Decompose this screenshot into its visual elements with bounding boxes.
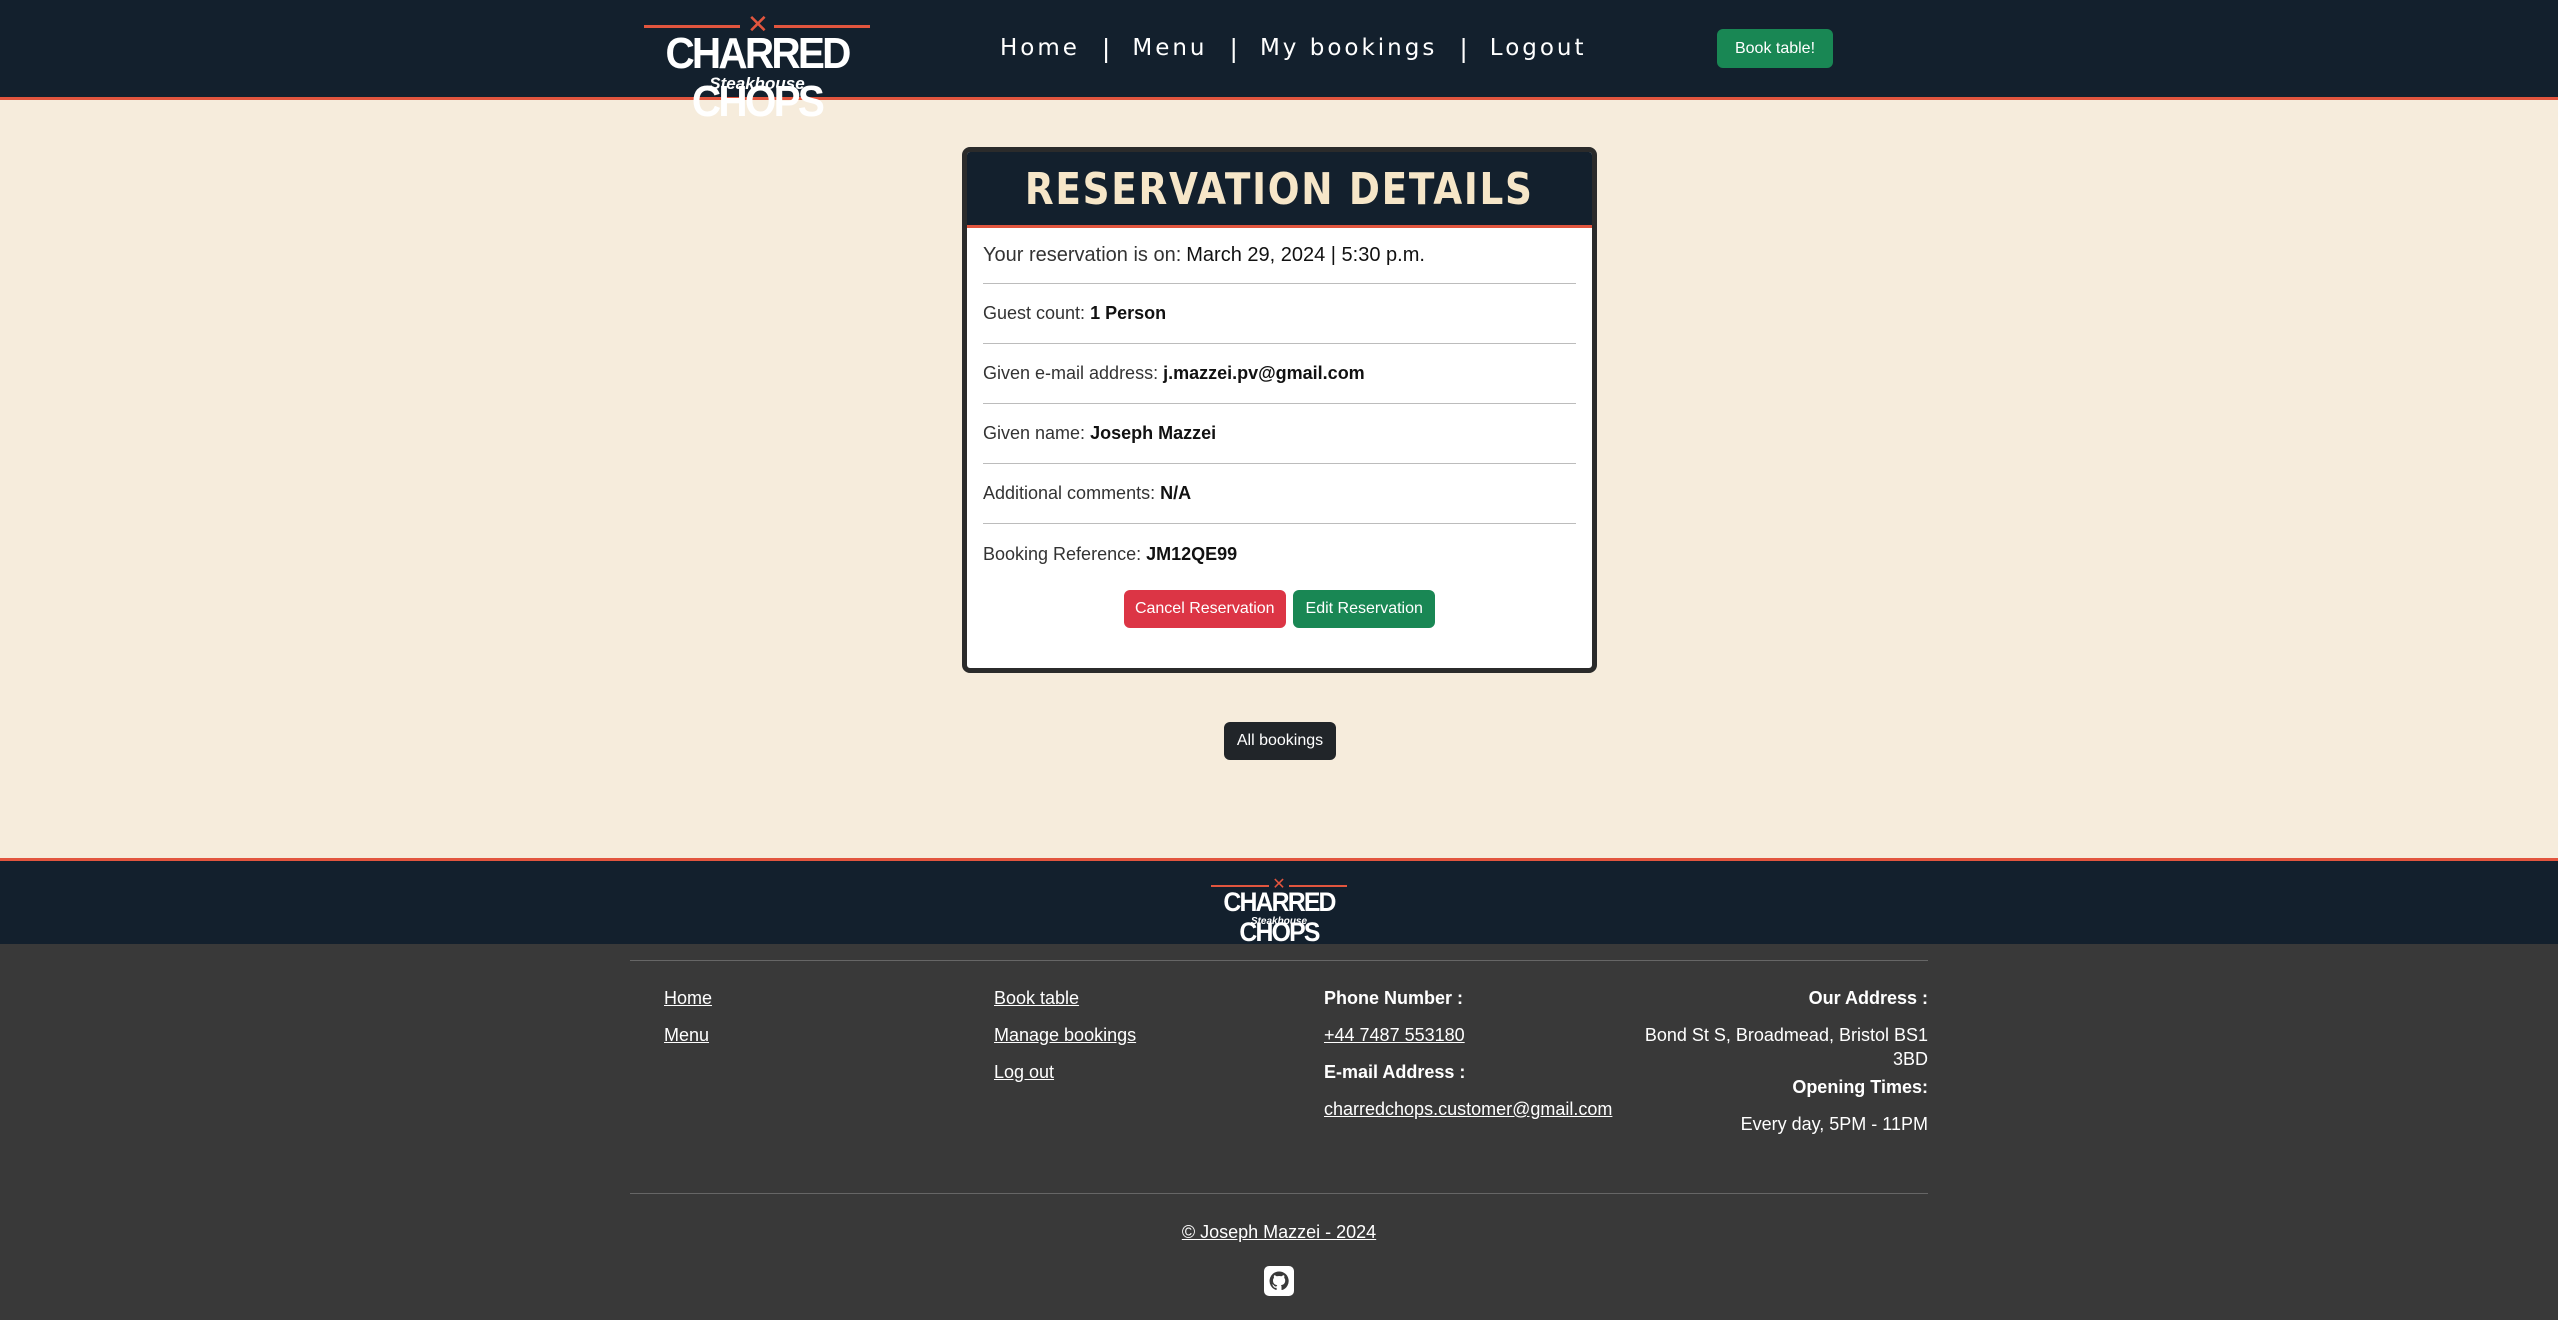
row-label: Given name:	[983, 423, 1086, 443]
reservation-date-row: Your reservation is on: March 29, 2024 |…	[983, 228, 1576, 284]
main-nav: Home | Menu | My bookings | Logout	[1000, 28, 1587, 68]
nav-logout[interactable]: Logout	[1490, 35, 1587, 61]
row-label: Booking Reference:	[983, 543, 1142, 564]
footer-link-manage-bookings[interactable]: Manage bookings	[994, 1023, 1136, 1047]
footer-link-menu[interactable]: Menu	[664, 1023, 712, 1047]
brand-tagline: Steakhouse	[1250, 916, 1308, 927]
nav-my-bookings[interactable]: My bookings	[1260, 35, 1437, 61]
phone-link[interactable]: +44 7487 553180	[1324, 1023, 1612, 1047]
email-row: Given e-mail address: j.mazzei.pv@gmail.…	[983, 344, 1576, 404]
nav-separator: |	[1459, 33, 1468, 63]
navbar: ✕ CHARRED CHOPS Steakhouse Home | Menu |…	[0, 0, 2558, 126]
card-header: RESERVATION DETAILS	[967, 152, 1592, 228]
row-value: March 29, 2024 | 5:30 p.m.	[1186, 244, 1425, 266]
address-text: Bond St S, Broadmead, Bristol BS1 3BD	[1628, 1023, 1928, 1071]
comments-row: Additional comments: N/A	[983, 464, 1576, 524]
footer: Home Menu Book table Manage bookings Log…	[0, 944, 2558, 1320]
copyright-link[interactable]: © Joseph Mazzei - 2024	[1182, 1222, 1376, 1242]
guest-count-row: Guest count: 1 Person	[983, 284, 1576, 344]
row-value: JM12QE99	[1146, 543, 1238, 564]
book-table-button[interactable]: Book table!	[1717, 29, 1833, 68]
footer-link-logout[interactable]: Log out	[994, 1060, 1136, 1084]
footer-col-address: Our Address : Bond St S, Broadmead, Bris…	[1628, 986, 1928, 1149]
page-title: RESERVATION DETAILS	[1025, 164, 1534, 215]
edit-reservation-button[interactable]: Edit Reservation	[1293, 590, 1436, 628]
phone-label: Phone Number :	[1324, 988, 1464, 1008]
github-icon[interactable]	[1264, 1266, 1294, 1296]
card-body: Your reservation is on: March 29, 2024 |…	[967, 228, 1592, 628]
reservation-actions: Cancel Reservation Edit Reservation	[983, 590, 1576, 628]
footer-link-home[interactable]: Home	[664, 986, 712, 1010]
row-label: Given e-mail address:	[983, 363, 1159, 383]
footer-col-nav: Home Menu	[664, 986, 712, 1060]
row-value: Joseph Mazzei	[1090, 423, 1217, 443]
row-value: j.mazzei.pv@gmail.com	[1163, 363, 1365, 383]
footer-divider	[630, 960, 1928, 961]
address-line-1: Bond St S, Broadmead, Bristol BS1	[1644, 1025, 1928, 1045]
reservation-card: RESERVATION DETAILS Your reservation is …	[962, 147, 1597, 673]
brand-tagline: Steakhouse	[709, 74, 805, 93]
email-link[interactable]: charredchops.customer@gmail.com	[1324, 1097, 1612, 1121]
row-value: 1 Person	[1090, 303, 1167, 323]
nav-separator: |	[1101, 33, 1111, 63]
address-line-2: 3BD	[1892, 1049, 1928, 1069]
footer-divider	[630, 1193, 1928, 1194]
footer-brand-bar: ✕ CHARRED CHOPS Steakhouse	[0, 858, 2558, 947]
footer-col-bookings: Book table Manage bookings Log out	[994, 986, 1136, 1097]
row-label: Your reservation is on:	[983, 244, 1182, 266]
row-label: Guest count:	[983, 303, 1086, 323]
nav-home[interactable]: Home	[1000, 35, 1080, 61]
nav-menu[interactable]: Menu	[1132, 35, 1207, 61]
copyright: © Joseph Mazzei - 2024	[0, 1222, 2558, 1243]
brand-logo[interactable]: ✕ CHARRED CHOPS Steakhouse	[630, 8, 884, 126]
nav-separator: |	[1229, 33, 1238, 63]
row-value: N/A	[1160, 483, 1192, 503]
footer-link-book-table[interactable]: Book table	[994, 986, 1136, 1010]
opening-times-label: Opening Times:	[1792, 1077, 1928, 1097]
email-label: E-mail Address :	[1324, 1062, 1466, 1082]
cancel-reservation-button[interactable]: Cancel Reservation	[1123, 590, 1286, 628]
footer-col-contact: Phone Number : +44 7487 553180 E-mail Ad…	[1324, 986, 1612, 1134]
name-row: Given name: Joseph Mazzei	[983, 404, 1576, 464]
address-label: Our Address :	[1808, 988, 1928, 1008]
row-label: Additional comments:	[983, 483, 1156, 503]
booking-reference-row: Booking Reference: JM12QE99	[983, 524, 1576, 584]
footer-logo: ✕ CHARRED CHOPS Steakhouse	[1203, 874, 1355, 947]
all-bookings-button[interactable]: All bookings	[1224, 722, 1336, 760]
opening-times-text: Every day, 5PM - 11PM	[1740, 1114, 1928, 1134]
